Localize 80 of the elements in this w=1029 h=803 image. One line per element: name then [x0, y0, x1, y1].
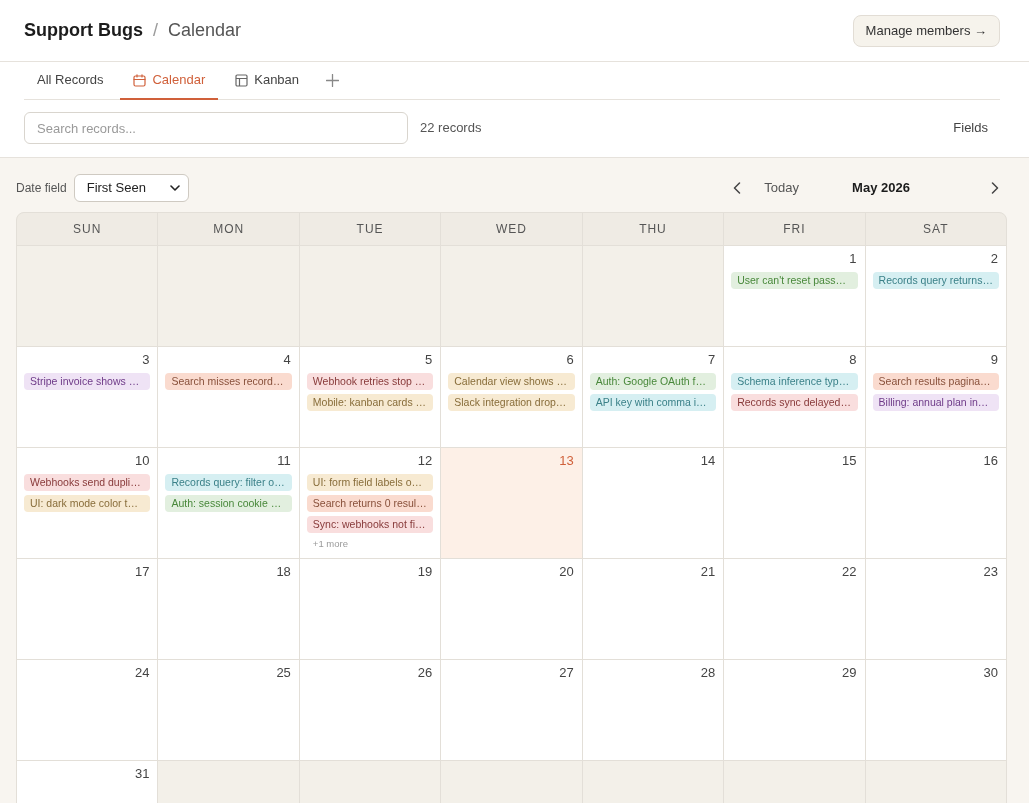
event-chip[interactable]: Sync: webhooks not fi…: [306, 516, 434, 533]
date-number: 4: [283, 353, 292, 367]
date-field-select[interactable]: First Seen: [73, 174, 189, 202]
event-chip[interactable]: Auth: session cookie …: [165, 495, 292, 512]
date-number: 29: [842, 666, 858, 680]
date-number: 22: [842, 565, 858, 579]
date-number: 7: [707, 353, 717, 367]
date-number: 17: [134, 565, 151, 579]
weekday-label: SUN: [73, 221, 102, 238]
event-chip[interactable]: Stripe invoice shows …: [24, 373, 151, 390]
tab[interactable]: All Records: [24, 62, 117, 100]
date-number: 1: [849, 252, 858, 266]
event-chip[interactable]: User can't reset pass…: [731, 272, 858, 289]
date-number: 8: [849, 353, 858, 367]
date-number: 6: [566, 353, 575, 367]
month-title: May 2026: [851, 179, 911, 198]
plus-icon: [326, 74, 340, 87]
event-chip[interactable]: UI: dark mode color t…: [24, 495, 151, 512]
date-field-label: Date field: [16, 180, 67, 197]
event-chip[interactable]: Records sync delayed…: [731, 394, 858, 411]
date-number: 26: [417, 666, 434, 680]
date-number: 2: [990, 252, 999, 266]
today-button[interactable]: Today: [764, 178, 799, 198]
page-title: Calendar: [168, 19, 242, 42]
weekday-label: MON: [213, 221, 245, 238]
chevron-left-icon: [733, 182, 742, 194]
weekday-label: SAT: [923, 221, 949, 238]
date-number: 30: [983, 666, 999, 680]
tab[interactable]: Kanban: [222, 62, 313, 100]
event-chip[interactable]: Webhooks send dupli…: [24, 474, 151, 491]
date-number: 24: [134, 666, 151, 680]
event-chip[interactable]: Records query returns…: [872, 272, 999, 289]
event-chip[interactable]: Calendar view shows …: [448, 373, 575, 390]
event-chip[interactable]: Slack integration drop…: [448, 394, 575, 411]
event-chip[interactable]: Mobile: kanban cards …: [306, 394, 434, 411]
breadcrumb-separator: /: [153, 19, 158, 42]
event-chip[interactable]: Search results pagina…: [872, 373, 999, 390]
search-field[interactable]: Search records...: [24, 112, 408, 144]
event-chip[interactable]: Schema inference typ…: [731, 373, 858, 390]
event-chip[interactable]: Search misses record…: [165, 373, 292, 390]
weekday-label: THU: [639, 221, 667, 238]
date-number: 16: [983, 454, 999, 468]
date-number: 10: [134, 454, 151, 468]
date-number: 31: [134, 767, 151, 781]
date-number: 19: [417, 565, 434, 579]
more-link[interactable]: +1 more: [306, 538, 348, 550]
date-number: 28: [700, 666, 717, 680]
date-number: 20: [559, 565, 575, 579]
date-number: 21: [700, 565, 717, 579]
chevron-right-icon: [991, 182, 999, 194]
event-chip[interactable]: Billing: annual plan in…: [872, 394, 999, 411]
date-number: 25: [276, 666, 292, 680]
weekday-label: TUE: [356, 221, 384, 238]
event-chip[interactable]: UI: form field labels o…: [306, 474, 434, 491]
chevron-down-icon: [169, 185, 180, 191]
date-number: 14: [700, 454, 717, 468]
tab[interactable]: Calendar: [120, 62, 219, 100]
event-chip[interactable]: Auth: Google OAuth f…: [589, 373, 717, 390]
date-number: 18: [276, 565, 292, 579]
event-chip[interactable]: Records query: filter o…: [165, 474, 292, 491]
calendar-icon: [133, 73, 147, 87]
fields-button[interactable]: Fields: [941, 112, 1000, 144]
event-chip[interactable]: Webhook retries stop …: [306, 373, 434, 390]
date-number: 5: [425, 353, 434, 367]
record-count: 22 records: [420, 119, 482, 138]
breadcrumb-link[interactable]: Support Bugs: [24, 17, 143, 44]
date-number: 15: [842, 454, 858, 468]
manage-members-button[interactable]: Manage members →: [852, 14, 1000, 47]
event-chip[interactable]: Search returns 0 resul…: [306, 495, 434, 512]
date-number: 12: [417, 454, 434, 468]
date-number: 13: [559, 454, 575, 468]
date-number: 9: [990, 353, 999, 367]
date-number: 3: [142, 353, 151, 367]
date-number: 23: [983, 565, 999, 579]
event-chip[interactable]: API key with comma i…: [589, 394, 717, 411]
table-icon: [235, 73, 249, 87]
date-number: 11: [277, 454, 292, 468]
weekday-label: WED: [496, 221, 527, 238]
weekday-label: FRI: [783, 221, 806, 238]
date-number: 27: [559, 666, 575, 680]
